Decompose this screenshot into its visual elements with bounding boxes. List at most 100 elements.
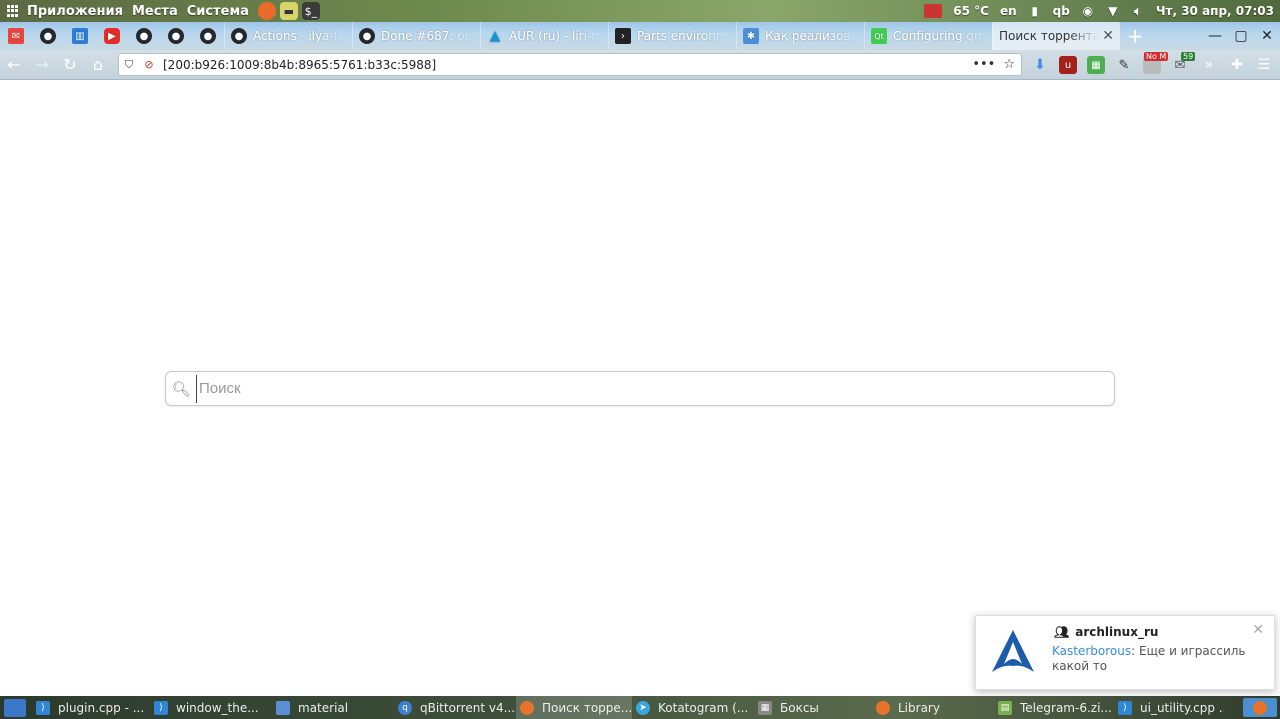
extensions-icon[interactable]: ✚	[1228, 56, 1246, 74]
taskbar-item-plugin[interactable]: ⟩ plugin.cpp - ...	[32, 696, 150, 719]
firefox-launcher-icon[interactable]	[257, 2, 276, 20]
terminal-icon: ›	[615, 28, 631, 44]
back-icon[interactable]: ←	[0, 51, 28, 79]
url-text[interactable]: [200:b926:1009:8b4b:8965:5761:b33c:5988]	[163, 58, 436, 72]
minimize-icon[interactable]: —	[1202, 28, 1228, 44]
arch-icon: ▲	[489, 28, 501, 44]
github-icon: ●	[168, 28, 184, 44]
download-icon[interactable]: ⬇	[1031, 56, 1049, 74]
close-icon[interactable]: ✕	[1098, 28, 1114, 44]
taskbar: ⟩ plugin.cpp - ... ⟩ window_the... materia…	[0, 696, 1280, 719]
apps-grid-icon[interactable]	[7, 5, 19, 17]
qbittorrent-tray-label[interactable]: qb	[1053, 4, 1070, 18]
archlinux-avatar-icon	[992, 630, 1034, 672]
shield-icon[interactable]: ⛉	[119, 58, 139, 72]
hamburger-menu-icon[interactable]: ☰	[1255, 56, 1273, 74]
archive-icon: ▤	[998, 700, 1012, 715]
url-bar[interactable]: ⛉ ⊘ [200:b926:1009:8b4b:8965:5761:b33c:5…	[118, 53, 1022, 76]
taskbar-item-torrent-search[interactable]: Поиск торре...	[516, 696, 632, 719]
menu-applications[interactable]: Приложения	[27, 4, 123, 19]
tab-kak[interactable]: ✱ Как реализова	[736, 22, 864, 50]
forward-icon[interactable]: →	[28, 51, 56, 79]
tab-pinned-github-2[interactable]: ●	[128, 22, 160, 50]
mail-count-badge: 59	[1181, 52, 1196, 61]
search-box[interactable]: 🔍︎	[165, 371, 1115, 406]
navigation-bar: ← → ↻ ⌂ ⛉ ⊘ [200:b926:1009:8b4b:8965:576…	[0, 50, 1280, 80]
taskbar-item-material[interactable]: material	[272, 696, 394, 719]
wifi-icon[interactable]: ▼	[1106, 4, 1120, 18]
tab-pinned-youtube[interactable]: ▶	[96, 22, 128, 50]
bookmark-star-icon[interactable]: ☆	[1003, 57, 1015, 72]
firefox-tray-icon[interactable]	[1243, 698, 1277, 717]
search-input[interactable]	[196, 374, 1076, 403]
tab-configuring[interactable]: Qt Configuring qm	[864, 22, 992, 50]
vscode-icon: ⟩	[1118, 700, 1132, 715]
notification-close-icon[interactable]: ✕	[1252, 622, 1264, 638]
taskbar-item-boxes[interactable]: ▦ Боксы	[754, 696, 872, 719]
menu-system[interactable]: Система	[187, 4, 249, 19]
terminal-launcher-icon[interactable]: $_	[301, 2, 320, 20]
temperature-readout: 65 °C	[953, 4, 989, 18]
youtube-icon: ▶	[104, 28, 120, 44]
vscode-icon: ⟩	[36, 700, 50, 715]
telegram-icon: ➤	[636, 700, 650, 715]
nomonkey-badge: No M	[1144, 52, 1169, 61]
firefox-icon	[520, 700, 534, 715]
github-icon: ●	[231, 28, 247, 44]
notification-popup[interactable]: 👥︎ archlinux_ru Kasterborous: Еще и игра…	[975, 615, 1275, 690]
firefox-icon	[876, 700, 890, 715]
qt-icon: Qt	[871, 28, 887, 44]
tab-done[interactable]: ● Done #687: opt	[352, 22, 480, 50]
ublock-icon[interactable]: u	[1059, 56, 1077, 74]
clock[interactable]: Чт, 30 апр, 07:03	[1156, 4, 1274, 18]
qbittorrent-icon: q	[398, 700, 412, 715]
menu-places[interactable]: Места	[132, 4, 178, 19]
tab-torrent-search[interactable]: Поиск торрента ✕	[992, 22, 1120, 50]
show-desktop-button[interactable]	[4, 698, 26, 717]
taskbar-item-telegram-zip[interactable]: ▤ Telegram-6.zi...	[994, 696, 1114, 719]
taskbar-item-qbittorrent[interactable]: q qBittorrent v4...	[394, 696, 516, 719]
taskbar-item-kotatogram[interactable]: ➤ Kotatogram (...	[632, 696, 754, 719]
gmail-icon: ✉	[8, 28, 24, 44]
github-icon: ●	[359, 28, 375, 44]
keyboard-layout[interactable]: en	[1000, 4, 1017, 18]
tab-aur[interactable]: ▲ AUR (ru) - liri-m	[480, 22, 608, 50]
notes-launcher-icon[interactable]: ▬	[279, 2, 298, 20]
messenger-tray-icon[interactable]: ◉	[1081, 4, 1095, 18]
battery-icon[interactable]: ▮	[1028, 4, 1042, 18]
page-actions-icon[interactable]: •••	[972, 57, 995, 72]
taskbar-item-library[interactable]: Library	[872, 696, 994, 719]
trello-icon: ▥	[72, 28, 88, 44]
window-close-icon[interactable]: ✕	[1254, 28, 1280, 44]
folder-icon	[276, 700, 290, 715]
overflow-chevron-icon[interactable]: »	[1200, 56, 1218, 74]
puzzle-icon: ✱	[743, 28, 759, 44]
tab-pinned-trello[interactable]: ▥	[64, 22, 96, 50]
volume-icon[interactable]: 🔈︎	[1131, 4, 1145, 18]
reload-icon[interactable]: ↻	[56, 51, 84, 79]
taskbar-item-window-theme[interactable]: ⟩ window_the...	[150, 696, 272, 719]
system-panel: Приложения Места Система ▬ $_ 65 °C en ▮…	[0, 0, 1280, 22]
boxes-icon: ▦	[758, 700, 772, 715]
maximize-icon[interactable]: ▢	[1228, 28, 1254, 44]
tab-pinned-gmail[interactable]: ✉	[0, 22, 32, 50]
group-icon: 👥︎	[1054, 625, 1070, 639]
extension-pen-icon[interactable]: ✎	[1115, 56, 1133, 74]
tab-pinned-github-1[interactable]: ●	[32, 22, 64, 50]
notification-sender: Kasterborous	[1052, 644, 1132, 658]
tab-actions[interactable]: ● Actions · ilya-fe	[224, 22, 352, 50]
home-icon[interactable]: ⌂	[84, 51, 112, 79]
tab-pinned-github-4[interactable]: ●	[192, 22, 224, 50]
taskbar-item-ui-utility[interactable]: ⟩ ui_utility.cpp ...	[1114, 696, 1224, 719]
tab-pinned-github-3[interactable]: ●	[160, 22, 192, 50]
notification-title: archlinux_ru	[1075, 625, 1159, 639]
notification-body: Kasterborous: Еще и играссиль какой то	[1052, 644, 1257, 674]
github-icon: ●	[136, 28, 152, 44]
tab-parts[interactable]: › Parts environm	[608, 22, 736, 50]
github-icon: ●	[200, 28, 216, 44]
extension-green-icon[interactable]: ▦	[1087, 56, 1105, 74]
vscode-icon: ⟩	[154, 700, 168, 715]
new-tab-button[interactable]: +	[1120, 22, 1150, 50]
insecure-lock-icon[interactable]: ⊘	[139, 58, 159, 71]
thermometer-icon	[924, 4, 943, 18]
